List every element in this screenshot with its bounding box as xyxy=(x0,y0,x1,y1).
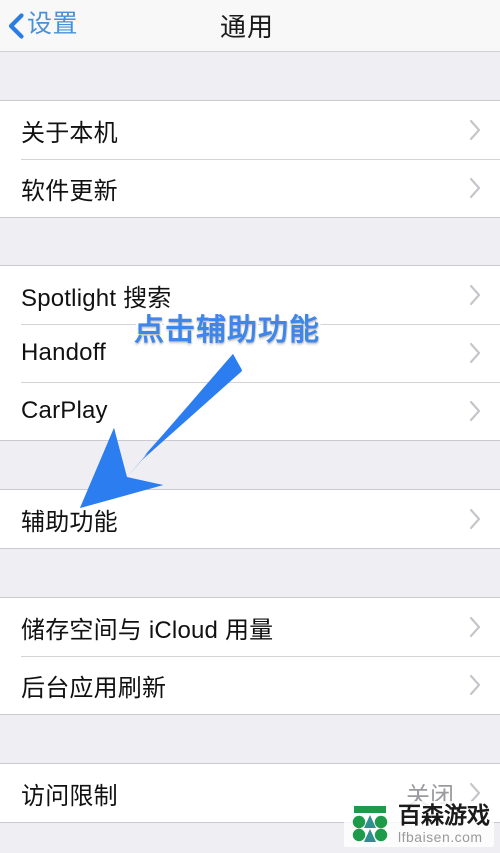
watermark-brand: 百森游戏 xyxy=(398,802,490,828)
row-label: CarPlay xyxy=(21,397,108,424)
settings-group-accessibility: 辅助功能 xyxy=(0,489,500,549)
row-spotlight-search[interactable]: Spotlight 搜索 xyxy=(0,266,500,324)
row-handoff[interactable]: Handoff xyxy=(0,324,500,382)
chevron-right-icon xyxy=(468,341,482,365)
row-about[interactable]: 关于本机 xyxy=(0,101,500,159)
navigation-bar: 设置 通用 xyxy=(0,0,500,52)
row-label: 后台应用刷新 xyxy=(21,674,167,702)
group-spacer-4 xyxy=(0,715,500,763)
watermark-text: 百森游戏 lfbaisen.com xyxy=(398,802,490,845)
chevron-right-icon xyxy=(468,673,482,697)
settings-group-storage: 储存空间与 iCloud 用量 后台应用刷新 xyxy=(0,597,500,715)
watermark-url: lfbaisen.com xyxy=(398,829,483,845)
chevron-right-icon xyxy=(468,176,482,200)
chevron-right-icon xyxy=(468,399,482,423)
row-background-app-refresh[interactable]: 后台应用刷新 xyxy=(0,656,500,714)
settings-general-screen: 设置 通用 关于本机 软件更新 Spotlight 搜索 Handoff Car… xyxy=(0,0,500,853)
row-storage-icloud-usage[interactable]: 储存空间与 iCloud 用量 xyxy=(0,598,500,656)
row-label: Spotlight 搜索 xyxy=(21,284,172,312)
watermark: 百森游戏 lfbaisen.com xyxy=(344,801,494,847)
settings-group-features: Spotlight 搜索 Handoff CarPlay xyxy=(0,265,500,441)
row-carplay[interactable]: CarPlay xyxy=(0,382,500,440)
row-accessibility[interactable]: 辅助功能 xyxy=(0,490,500,548)
group-spacer-2 xyxy=(0,441,500,489)
row-label: 储存空间与 iCloud 用量 xyxy=(21,616,274,644)
settings-group-device: 关于本机 软件更新 xyxy=(0,100,500,218)
row-label: 关于本机 xyxy=(21,119,118,147)
row-software-update[interactable]: 软件更新 xyxy=(0,159,500,217)
chevron-right-icon xyxy=(468,283,482,307)
chevron-right-icon xyxy=(468,118,482,142)
table-top-spacer xyxy=(0,52,500,100)
settings-table: 关于本机 软件更新 Spotlight 搜索 Handoff CarPlay 辅… xyxy=(0,52,500,853)
row-label: Handoff xyxy=(21,339,107,366)
group-spacer-1 xyxy=(0,218,500,265)
chevron-right-icon xyxy=(468,507,482,531)
group-spacer-3 xyxy=(0,549,500,597)
row-label: 软件更新 xyxy=(21,177,118,205)
chevron-right-icon xyxy=(468,615,482,639)
baisen-logo-icon xyxy=(350,805,390,843)
page-title: 通用 xyxy=(219,12,274,42)
row-label: 辅助功能 xyxy=(21,508,118,536)
